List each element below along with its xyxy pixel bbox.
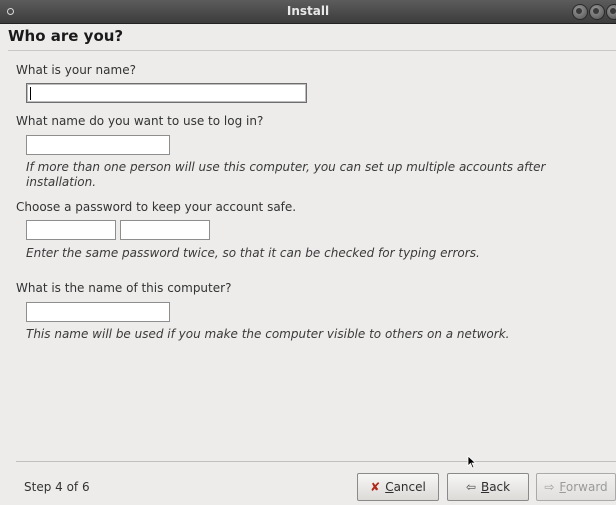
back-button-label: Back (480, 480, 511, 494)
footer-divider (16, 461, 616, 462)
minimize-button[interactable] (572, 4, 588, 20)
cancel-button[interactable]: ✘ Cancel (357, 473, 439, 501)
password-hint: Enter the same password twice, so that i… (26, 246, 480, 260)
x-mark-icon: ✘ (370, 480, 381, 494)
cancel-button-label: Cancel (385, 480, 426, 494)
mouse-pointer-icon (467, 455, 477, 469)
login-hint-line2: installation. (26, 175, 97, 189)
computer-name-field[interactable] (26, 302, 170, 322)
password-label: Choose a password to keep your account s… (16, 200, 297, 214)
step-indicator: Step 4 of 6 (24, 480, 90, 494)
username-field[interactable] (26, 135, 170, 155)
arrow-right-icon: ⇨ (544, 480, 555, 494)
maximize-button[interactable] (589, 4, 605, 20)
forward-button[interactable]: ⇨ Forward (536, 473, 616, 501)
full-name-field[interactable] (26, 83, 307, 103)
login-hint-line1: If more than one person will use this co… (26, 160, 546, 174)
heading-divider (8, 50, 616, 51)
password-field[interactable] (26, 220, 116, 240)
back-button[interactable]: ⇦ Back (447, 473, 529, 501)
page-title: Who are you? (8, 27, 124, 45)
text-caret (30, 87, 31, 100)
computer-name-label: What is the name of this computer? (16, 281, 232, 295)
computer-name-hint: This name will be used if you make the c… (26, 327, 510, 341)
close-button[interactable] (606, 4, 616, 20)
name-label: What is your name? (16, 63, 136, 77)
window-titlebar[interactable]: Install (0, 0, 616, 24)
arrow-left-icon: ⇦ (465, 480, 476, 494)
login-label: What name do you want to use to log in? (16, 114, 264, 128)
forward-button-label: Forward (559, 480, 608, 494)
window-title: Install (286, 4, 330, 18)
password-confirm-field[interactable] (120, 220, 210, 240)
